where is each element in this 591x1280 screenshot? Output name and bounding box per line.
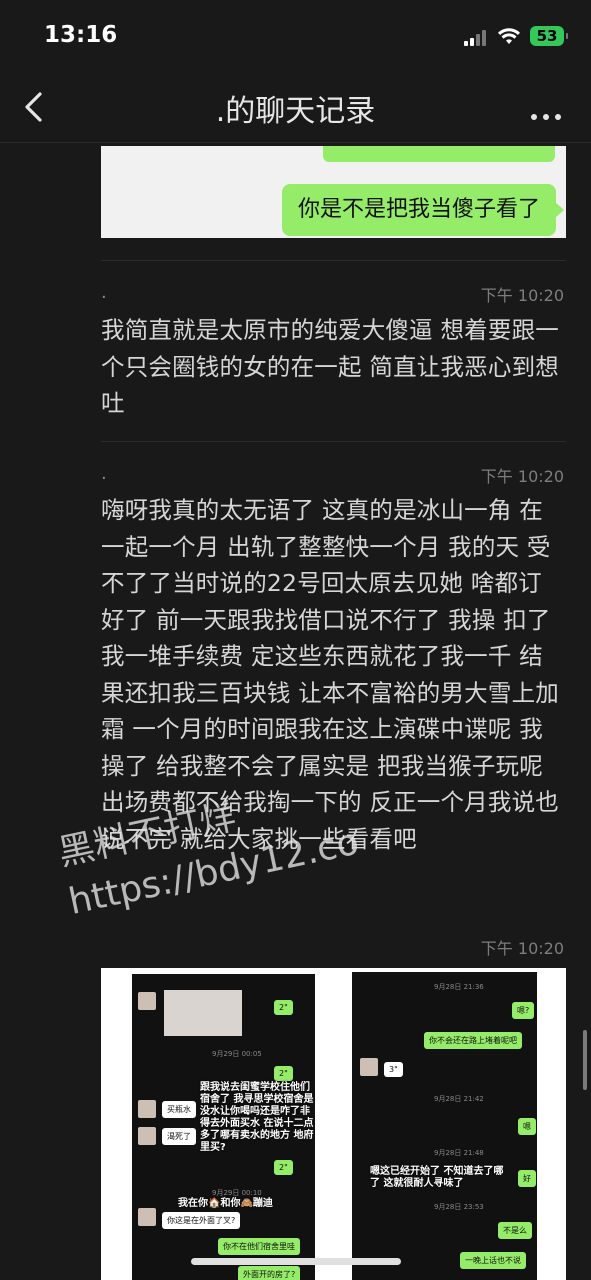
message-text: 我简直就是太原市的纯爱大傻逼 想着要跟一个只会圈钱的女的在一起 简直让我恶心到想…	[101, 316, 559, 417]
avatar	[360, 1058, 378, 1076]
right-screenshot: 9月28日 21:36 嗯? 你不会还在路上堵着呢吧 3" 9月28日 21:4…	[352, 972, 537, 1280]
message-sender: .	[101, 463, 107, 484]
cellular-signal-icon	[464, 30, 490, 46]
chat-screenshot-image[interactable]: 你是不是把我当傻子看了	[101, 146, 566, 238]
voice-message: 3"	[384, 1062, 403, 1077]
chat-bubble: 你是不是把我当傻子看了	[281, 184, 565, 236]
photo-thumbnail	[164, 990, 242, 1036]
annotation-text: 我在你🏠和你🙈蹦迪	[178, 1198, 273, 1209]
avatar	[138, 992, 156, 1010]
chat-screenshots-image[interactable]: 2" 9月29日 00:05 2" 买瓶水 渴死了 跟我说去闺蜜学校住他们宿舍了…	[101, 968, 566, 1280]
status-time: 13:16	[44, 22, 118, 48]
scrollbar[interactable]	[583, 1030, 587, 1090]
left-screenshot: 2" 9月29日 00:05 2" 买瓶水 渴死了 跟我说去闺蜜学校住他们宿舍了…	[132, 974, 315, 1280]
avatar	[138, 1208, 156, 1226]
avatar	[138, 1100, 156, 1118]
message-timestamp: 下午 10:20	[480, 286, 564, 305]
message-text: 嗨呀我真的太无语了 这真的是冰山一角 在一起一个月 出轨了整整快一个月 我的天 …	[101, 496, 559, 853]
wifi-icon	[498, 28, 520, 44]
divider	[101, 260, 566, 261]
status-bar: 13:16 53	[0, 0, 591, 72]
message-timestamp: 下午 10:20	[480, 939, 564, 958]
more-options-icon[interactable]	[525, 105, 561, 124]
message-sender: .	[101, 282, 107, 303]
avatar	[138, 1127, 156, 1145]
page-title: .的聊天记录	[215, 94, 376, 129]
annotation-text: 跟我说去闺蜜学校住他们宿舍了 我寻思学校宿舍是没水让你喝吗还是咋了非得去外面买水…	[200, 1082, 314, 1153]
voice-message: 2"	[274, 1160, 293, 1175]
battery-icon: 53	[530, 26, 568, 46]
home-indicator[interactable]	[191, 1258, 401, 1265]
voice-message: 2"	[274, 1000, 293, 1015]
cropped-bubble	[323, 146, 555, 162]
divider	[101, 441, 566, 442]
message-timestamp: 下午 10:20	[480, 467, 564, 486]
nav-bar: .的聊天记录	[0, 72, 591, 143]
voice-message: 2"	[274, 1066, 293, 1081]
annotation-text: 嗯这已经开始了 不知道去了哪了 这就很耐人寻味了	[370, 1166, 504, 1189]
